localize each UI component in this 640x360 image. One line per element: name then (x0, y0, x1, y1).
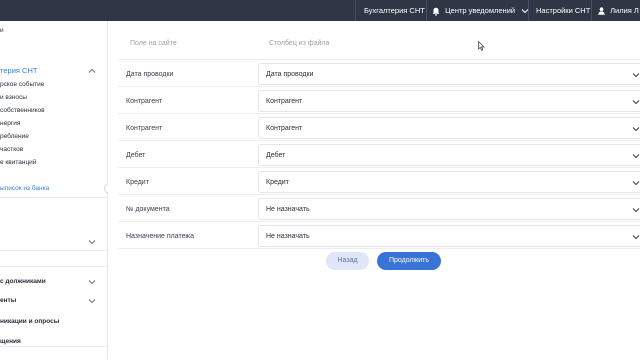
chevron-down-icon (88, 280, 96, 285)
file-column-value: Не назначать (266, 233, 310, 240)
sidebar-item[interactable]: енты (0, 295, 100, 307)
site-field-label: Дебет (126, 152, 146, 159)
sidebar-item-label: с должниками (0, 278, 46, 285)
file-column-select[interactable]: Кредит (258, 171, 640, 193)
settings-link[interactable]: Настройки СНТ (536, 0, 590, 21)
notifications-menu[interactable]: Центр уведомлений (432, 0, 529, 21)
file-column-value: Дата проводки (266, 71, 314, 78)
sidebar-item[interactable]: собственников (0, 105, 100, 117)
file-column-select[interactable]: Дата проводки (258, 63, 640, 85)
sidebar-divider (0, 197, 107, 198)
sidebar-item-label: енты (0, 297, 17, 304)
sidebar-item[interactable]: е квитанций (0, 157, 100, 169)
notifications-label: Центр уведомлений (445, 6, 516, 15)
sidebar-item-label: рское событие (0, 81, 45, 88)
sidebar-item-label: никации и опросы (0, 318, 60, 325)
chevron-down-icon (88, 240, 96, 245)
chevron-down-icon (632, 208, 640, 213)
sidebar-item[interactable]: частков (0, 144, 100, 156)
sidebar-item[interactable] (0, 236, 100, 248)
sidebar-divider (0, 266, 107, 267)
file-column-select[interactable]: Не назначать (258, 198, 640, 220)
topbar-divider (355, 0, 356, 21)
sidebar-item-label: ребление (0, 133, 29, 140)
file-column-select[interactable]: Не назначать (258, 225, 640, 247)
row-divider (118, 140, 640, 141)
file-column-value: Кредит (266, 179, 289, 186)
file-column-select[interactable]: Дебет (258, 144, 640, 166)
column-header-site-field: Поле на сайте (130, 40, 177, 47)
chevron-down-icon (632, 127, 640, 132)
file-column-value: Контрагент (266, 125, 303, 132)
chevron-down-icon (632, 100, 640, 105)
sidebar-item-label: ыписок из банка (0, 185, 50, 192)
sidebar-item-label: нергия (0, 120, 21, 127)
site-field-label: Назначение платежа (126, 233, 194, 240)
top-bar: Бухгалтерия СНТ Центр уведомлений Настро… (0, 0, 640, 21)
row-divider (118, 59, 640, 60)
topbar-divider (426, 0, 427, 21)
site-field-label: Контрагент (126, 98, 163, 105)
chevron-down-icon (88, 299, 96, 304)
chevron-down-icon (632, 73, 640, 78)
file-column-value: Контрагент (266, 98, 303, 105)
sidebar-item-label: частков (0, 146, 24, 153)
continue-button[interactable]: Продолжить (377, 252, 441, 270)
chevron-down-icon (632, 235, 640, 240)
accounting-link[interactable]: Бухгалтерия СНТ (364, 0, 425, 21)
file-column-value: Не назначать (266, 206, 310, 213)
site-field-label: Кредит (126, 179, 149, 186)
row-divider (118, 113, 640, 114)
file-column-select[interactable]: Контрагент (258, 90, 640, 112)
sidebar-item-label: щения (0, 338, 21, 345)
site-field-label: Контрагент (126, 125, 163, 132)
sidebar-item-label: и взносы (0, 94, 27, 101)
site-field-label: № документа (126, 206, 170, 213)
sidebar-item-label: е квитанций (0, 159, 37, 166)
sidebar-item[interactable]: нергия (0, 118, 100, 130)
row-divider (118, 194, 640, 195)
sidebar-item[interactable]: никации и опросы (0, 316, 100, 328)
site-field-label: Дата проводки (126, 71, 174, 78)
row-divider (118, 248, 640, 249)
chevron-down-icon (632, 181, 640, 186)
topbar-divider (591, 0, 592, 21)
file-column-value: Дебет (266, 152, 286, 159)
user-name: Лилия Л (610, 6, 639, 15)
sidebar-divider (0, 250, 107, 251)
chevron-down-icon (632, 154, 640, 159)
sidebar-item[interactable]: и взносы (0, 92, 100, 104)
sidebar-item[interactable]: рское событие (0, 79, 100, 91)
sidebar-divider (0, 346, 107, 347)
file-column-select[interactable]: Контрагент (258, 117, 640, 139)
sidebar-item[interactable]: и (0, 25, 100, 37)
sidebar-item-label: и (0, 27, 4, 34)
chevron-up-icon (88, 68, 96, 73)
main-content: Поле на сайте Столбец из файла Дата пров… (108, 21, 640, 360)
sidebar-item-label: терия СНТ (0, 66, 38, 75)
mouse-cursor-icon (478, 41, 485, 51)
back-button[interactable]: Назад (326, 252, 369, 270)
row-divider (118, 86, 640, 87)
column-header-file-column: Столбец из файла (269, 40, 330, 47)
sidebar: и терия СНТ рское событие и взносы собственн… (0, 21, 108, 360)
bell-icon (432, 6, 442, 16)
row-divider (118, 221, 640, 222)
row-divider (118, 167, 640, 168)
topbar-divider (528, 0, 529, 21)
sidebar-item[interactable]: ребление (0, 131, 100, 143)
sidebar-item[interactable]: ыписок из банка (0, 183, 100, 195)
sidebar-item[interactable]: с должниками (0, 276, 100, 288)
sidebar-item[interactable]: терия СНТ (0, 65, 100, 77)
user-menu[interactable]: Лилия Л (598, 0, 639, 21)
user-icon (598, 6, 607, 15)
sidebar-item-label: собственников (0, 107, 45, 114)
